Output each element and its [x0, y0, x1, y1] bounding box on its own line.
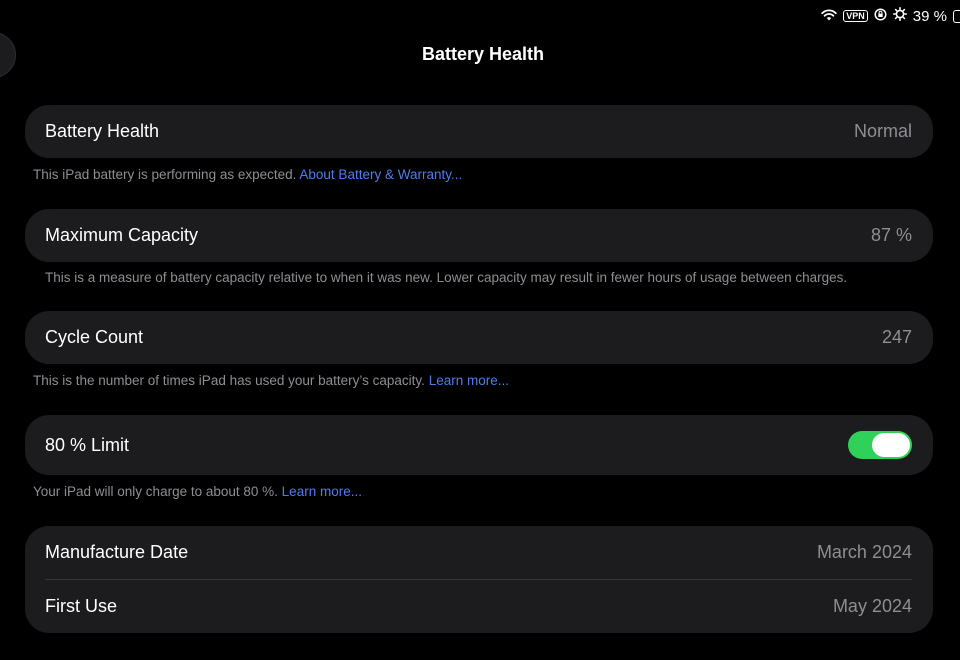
battery-health-value: Normal	[853, 121, 912, 141]
maximum-capacity-label: Maximum Capacity	[45, 225, 199, 245]
toggle-knob	[872, 433, 910, 457]
limit-label: 80 % Limit	[45, 434, 130, 455]
battery-health-card: Battery Health Normal	[25, 105, 933, 158]
limit-card: 80 % Limit	[25, 415, 933, 475]
maximum-capacity-card: Maximum Capacity 87 %	[25, 209, 933, 262]
limit-footnote-text: Your iPad will only charge to about 80 %…	[33, 484, 278, 499]
battery-health-screen: VPN 39 % Battery Health Battery Health N…	[0, 0, 960, 660]
maximum-capacity-footnote: This is a measure of battery capacity re…	[45, 270, 848, 285]
vpn-icon: VPN	[843, 10, 868, 22]
cycle-count-footnote-text: This is the number of times iPad has use…	[33, 373, 425, 388]
screen-lock-icon	[874, 7, 887, 25]
wifi-icon	[821, 8, 837, 25]
cycle-count-footnote: This is the number of times iPad has use…	[33, 373, 509, 388]
focus-icon	[892, 7, 907, 25]
cycle-count-label: Cycle Count	[45, 327, 144, 347]
maximum-capacity-value: 87 %	[870, 225, 912, 245]
about-battery-warranty-link[interactable]: About Battery & Warranty...	[299, 167, 462, 182]
maximum-capacity-row: Maximum Capacity 87 %	[25, 209, 933, 262]
limit-learn-more-link[interactable]: Learn more...	[282, 484, 362, 499]
first-use-label: First Use	[45, 595, 117, 616]
limit-toggle[interactable]	[848, 431, 912, 459]
battery-health-label: Battery Health	[45, 121, 160, 141]
dates-card: Manufacture Date March 2024 First Use Ma…	[25, 526, 933, 633]
limit-footnote: Your iPad will only charge to about 80 %…	[33, 484, 362, 499]
battery-health-footnote: This iPad battery is performing as expec…	[33, 167, 462, 182]
battery-icon	[953, 9, 960, 23]
battery-health-row: Battery Health Normal	[25, 105, 933, 158]
limit-row: 80 % Limit	[25, 415, 933, 475]
cycle-count-value: 247	[881, 327, 912, 347]
manufacture-date-label: Manufacture Date	[45, 542, 189, 562]
first-use-row: First Use May 2024	[25, 579, 933, 633]
battery-percent: 39 %	[912, 7, 947, 25]
cycle-count-row: Cycle Count 247	[25, 311, 933, 364]
cycle-count-learn-more-link[interactable]: Learn more...	[429, 373, 509, 388]
first-use-value: May 2024	[832, 595, 912, 616]
battery-health-footnote-text: This iPad battery is performing as expec…	[33, 167, 297, 182]
status-bar: VPN 39 %	[821, 6, 960, 26]
cycle-count-card: Cycle Count 247	[25, 311, 933, 364]
manufacture-date-value: March 2024	[816, 542, 912, 562]
manufacture-date-row: Manufacture Date March 2024	[25, 526, 933, 579]
page-title: Battery Health	[421, 44, 545, 64]
